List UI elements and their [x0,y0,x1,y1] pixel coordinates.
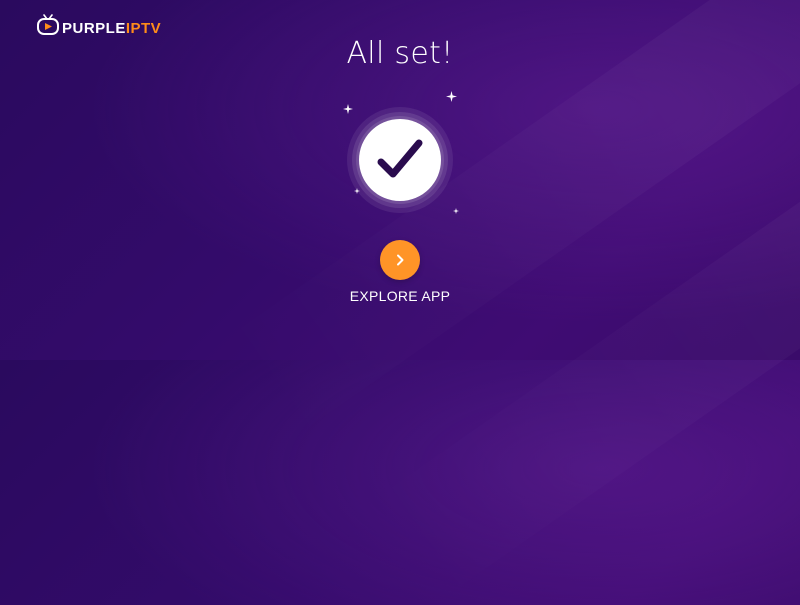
chevron-right-icon [397,254,404,266]
explore-app-button[interactable] [380,240,420,280]
brand-name: PURPLEIPTV [62,21,161,36]
brand-name-primary: PURPLE [62,19,126,37]
app-logo: PURPLEIPTV [36,14,161,36]
sparkle-icon [453,208,459,214]
page-title: All set! [346,36,454,71]
explore-app-label[interactable]: EXPLORE APP [0,288,800,304]
brand-name-accent: IPTV [125,19,162,37]
success-badge [347,107,453,213]
sparkle-icon [446,91,457,102]
tv-play-icon [37,14,59,35]
